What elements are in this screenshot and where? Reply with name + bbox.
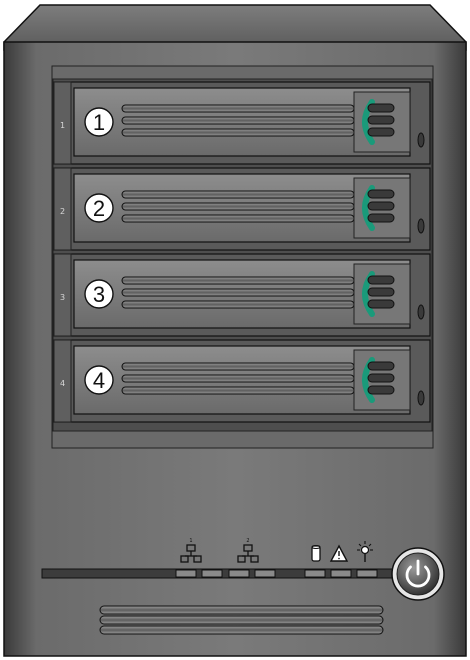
- status-led-1: [175, 569, 197, 578]
- tray-groove: [121, 128, 355, 137]
- vent-slot: [99, 615, 384, 625]
- tray-groove: [121, 276, 355, 285]
- tray-groove: [121, 214, 355, 223]
- tray-groove: [121, 104, 355, 113]
- handle-grip: [367, 275, 395, 285]
- handle-grip: [367, 373, 395, 383]
- network-port-number: 1: [189, 538, 192, 544]
- tray-groove: [121, 202, 355, 211]
- handle-grip: [367, 115, 395, 125]
- status-led-3: [228, 569, 250, 578]
- bay-number: 3: [93, 282, 105, 307]
- vent-slots: [99, 605, 384, 635]
- bay-side-number: 2: [60, 207, 65, 216]
- vent-slot: [99, 625, 384, 635]
- handle-grip: [367, 103, 395, 113]
- bay-lock: [417, 304, 425, 320]
- tray-groove: [121, 190, 355, 199]
- drive-bay-4[interactable]: 44: [53, 339, 431, 423]
- handle-grip: [367, 385, 395, 395]
- handle-grip: [367, 287, 395, 297]
- tray-groove: [121, 374, 355, 383]
- status-led-4: [254, 569, 276, 578]
- bay-number: 4: [93, 368, 105, 393]
- tray-groove: [121, 362, 355, 371]
- drive-bay-3[interactable]: 33: [53, 253, 431, 337]
- bay-side-number: 1: [60, 121, 65, 130]
- power-button[interactable]: [391, 547, 445, 601]
- handle-grip: [367, 361, 395, 371]
- handle-grip: [367, 189, 395, 199]
- bay-lock: [417, 132, 425, 148]
- status-led-2: [201, 569, 223, 578]
- tray-groove: [121, 116, 355, 125]
- bay-side-number: 4: [60, 379, 65, 388]
- bay-lock: [417, 218, 425, 234]
- network-port-number: 2: [246, 538, 249, 544]
- handle-grip: [367, 127, 395, 137]
- status-led-7: [356, 569, 378, 578]
- tray-groove: [121, 288, 355, 297]
- status-led-5: [304, 569, 326, 578]
- vent-slot: [99, 605, 384, 615]
- nas-device-front: 1 12 23 34 4 12: [3, 4, 467, 657]
- status-led-6: [330, 569, 352, 578]
- handle-grip: [367, 299, 395, 309]
- drive-bay-2[interactable]: 22: [53, 167, 431, 251]
- handle-grip: [367, 213, 395, 223]
- bay-lock: [417, 390, 425, 406]
- disk-activity-icon: [311, 545, 321, 562]
- drive-bay-1[interactable]: 11: [53, 81, 431, 165]
- tray-groove: [121, 300, 355, 309]
- bay-number: 1: [93, 110, 105, 135]
- tray-groove: [121, 386, 355, 395]
- bay-side-number: 3: [60, 293, 65, 302]
- handle-grip: [367, 201, 395, 211]
- bay-number: 2: [93, 196, 105, 221]
